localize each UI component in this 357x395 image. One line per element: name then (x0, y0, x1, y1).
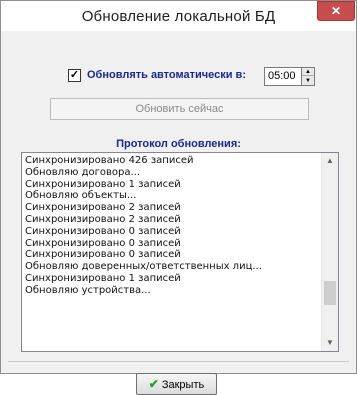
auto-update-label: Обновлять автоматически в: (87, 69, 246, 81)
dialog-window: Обновление локальной БД ✕ ✓ Обновлять ав… (0, 0, 357, 395)
log-line: Обновляю устройства... (25, 284, 151, 296)
spin-up-icon[interactable]: ▲ (302, 68, 314, 76)
log-line: Синхронизировано 0 записей (25, 249, 181, 261)
scroll-down-icon[interactable]: ▼ (322, 335, 338, 351)
log-scrollbar[interactable]: ▲ ▼ (321, 153, 338, 351)
log-line: Синхронизировано 0 записей (25, 237, 181, 249)
log-line: Синхронизировано 2 записей (25, 202, 181, 214)
close-button[interactable]: ✔ Закрыть (136, 373, 217, 395)
window-close-button[interactable]: ✕ (317, 1, 355, 21)
log-line: Обновляю объекты... (25, 190, 137, 202)
log-lines: Синхронизировано 426 записей Обновляю дог… (25, 155, 319, 297)
window-title: Обновление локальной БД (81, 8, 276, 25)
update-now-button[interactable]: Обновить сейчас (50, 98, 309, 120)
log-title: Протокол обновления: (116, 138, 241, 150)
time-input[interactable]: 05:00 (264, 67, 302, 86)
spin-down-icon[interactable]: ▼ (302, 77, 314, 85)
log-line: Обновляю договора... (25, 166, 141, 178)
log-line: Синхронизировано 2 записей (25, 213, 181, 225)
scroll-thumb[interactable] (324, 281, 336, 305)
divider (8, 361, 349, 362)
auto-update-checkbox[interactable]: ✓ (68, 69, 81, 82)
log-line: Синхронизировано 0 записей (25, 225, 181, 237)
log-line: Синхронизировано 1 записей (25, 272, 181, 284)
log-line: Синхронизировано 1 записей (25, 178, 181, 190)
log-line: Синхронизировано 426 записей (25, 155, 194, 166)
close-button-label: Закрыть (161, 379, 205, 391)
scroll-up-icon[interactable]: ▲ (322, 153, 338, 169)
title-bar[interactable]: Обновление локальной БД ✕ (1, 1, 356, 31)
dialog-body: ✓ Обновлять автоматически в: 05:00 ▲ ▼ О… (8, 31, 349, 395)
check-icon: ✔ (148, 377, 159, 391)
log-line: Обновляю доверенных/ответственных лиц... (25, 261, 262, 273)
log-listbox[interactable]: Синхронизировано 426 записей Обновляю дог… (21, 152, 339, 352)
time-spinner[interactable]: ▲ ▼ (301, 67, 315, 86)
